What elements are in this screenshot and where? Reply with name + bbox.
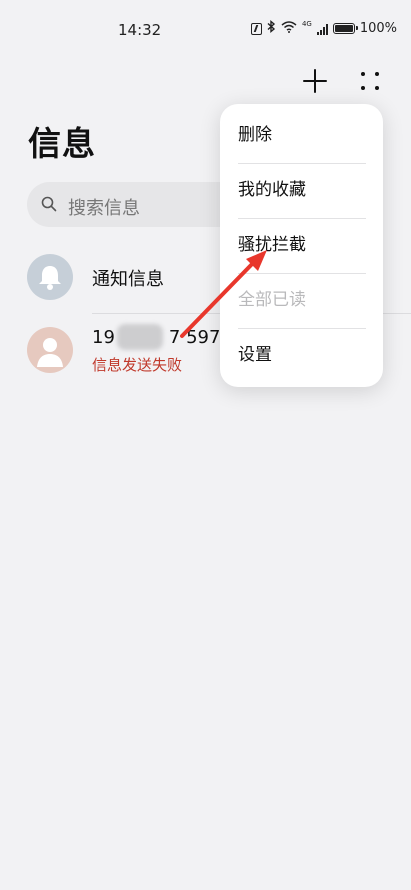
- add-button[interactable]: [300, 66, 330, 96]
- bell-icon: [39, 266, 61, 290]
- network-type-label: 4G: [301, 19, 312, 28]
- menu-item-delete[interactable]: 删除: [238, 108, 368, 163]
- menu-item-mark-all-read: 全部已读: [238, 290, 306, 310]
- status-time: 14:32: [118, 21, 162, 39]
- menu-item-favorites[interactable]: 我的收藏: [238, 163, 368, 218]
- redaction-blur: [117, 324, 163, 350]
- search-placeholder: 搜索信息: [68, 198, 140, 219]
- status-icons: 4G 100%: [250, 19, 397, 37]
- wifi-icon: [281, 20, 297, 37]
- person-icon: [37, 338, 63, 367]
- search-icon: [41, 196, 57, 212]
- overflow-menu: 删除 我的收藏 骚扰拦截 全部已读 设置: [220, 104, 383, 387]
- more-button[interactable]: [356, 66, 384, 96]
- status-bar: 14:32 4G 100%: [0, 0, 411, 60]
- plus-icon: [303, 69, 327, 93]
- menu-item-settings[interactable]: 设置: [238, 328, 368, 383]
- page-title: 信息: [28, 124, 96, 163]
- battery-icon: [332, 23, 358, 34]
- phone-number-prefix: 19: [92, 327, 115, 348]
- avatar: [27, 254, 73, 300]
- send-failed-status: 信息发送失败: [92, 356, 183, 374]
- more-dots-icon: [361, 72, 379, 90]
- nfc-icon: [250, 22, 262, 35]
- signal-icon: [316, 23, 328, 35]
- bluetooth-icon: [267, 20, 276, 37]
- battery-percent: 100%: [359, 21, 397, 36]
- conversation-name: 通知信息: [92, 269, 164, 290]
- menu-item-spam-block[interactable]: 骚扰拦截: [238, 218, 368, 273]
- avatar: [27, 327, 73, 373]
